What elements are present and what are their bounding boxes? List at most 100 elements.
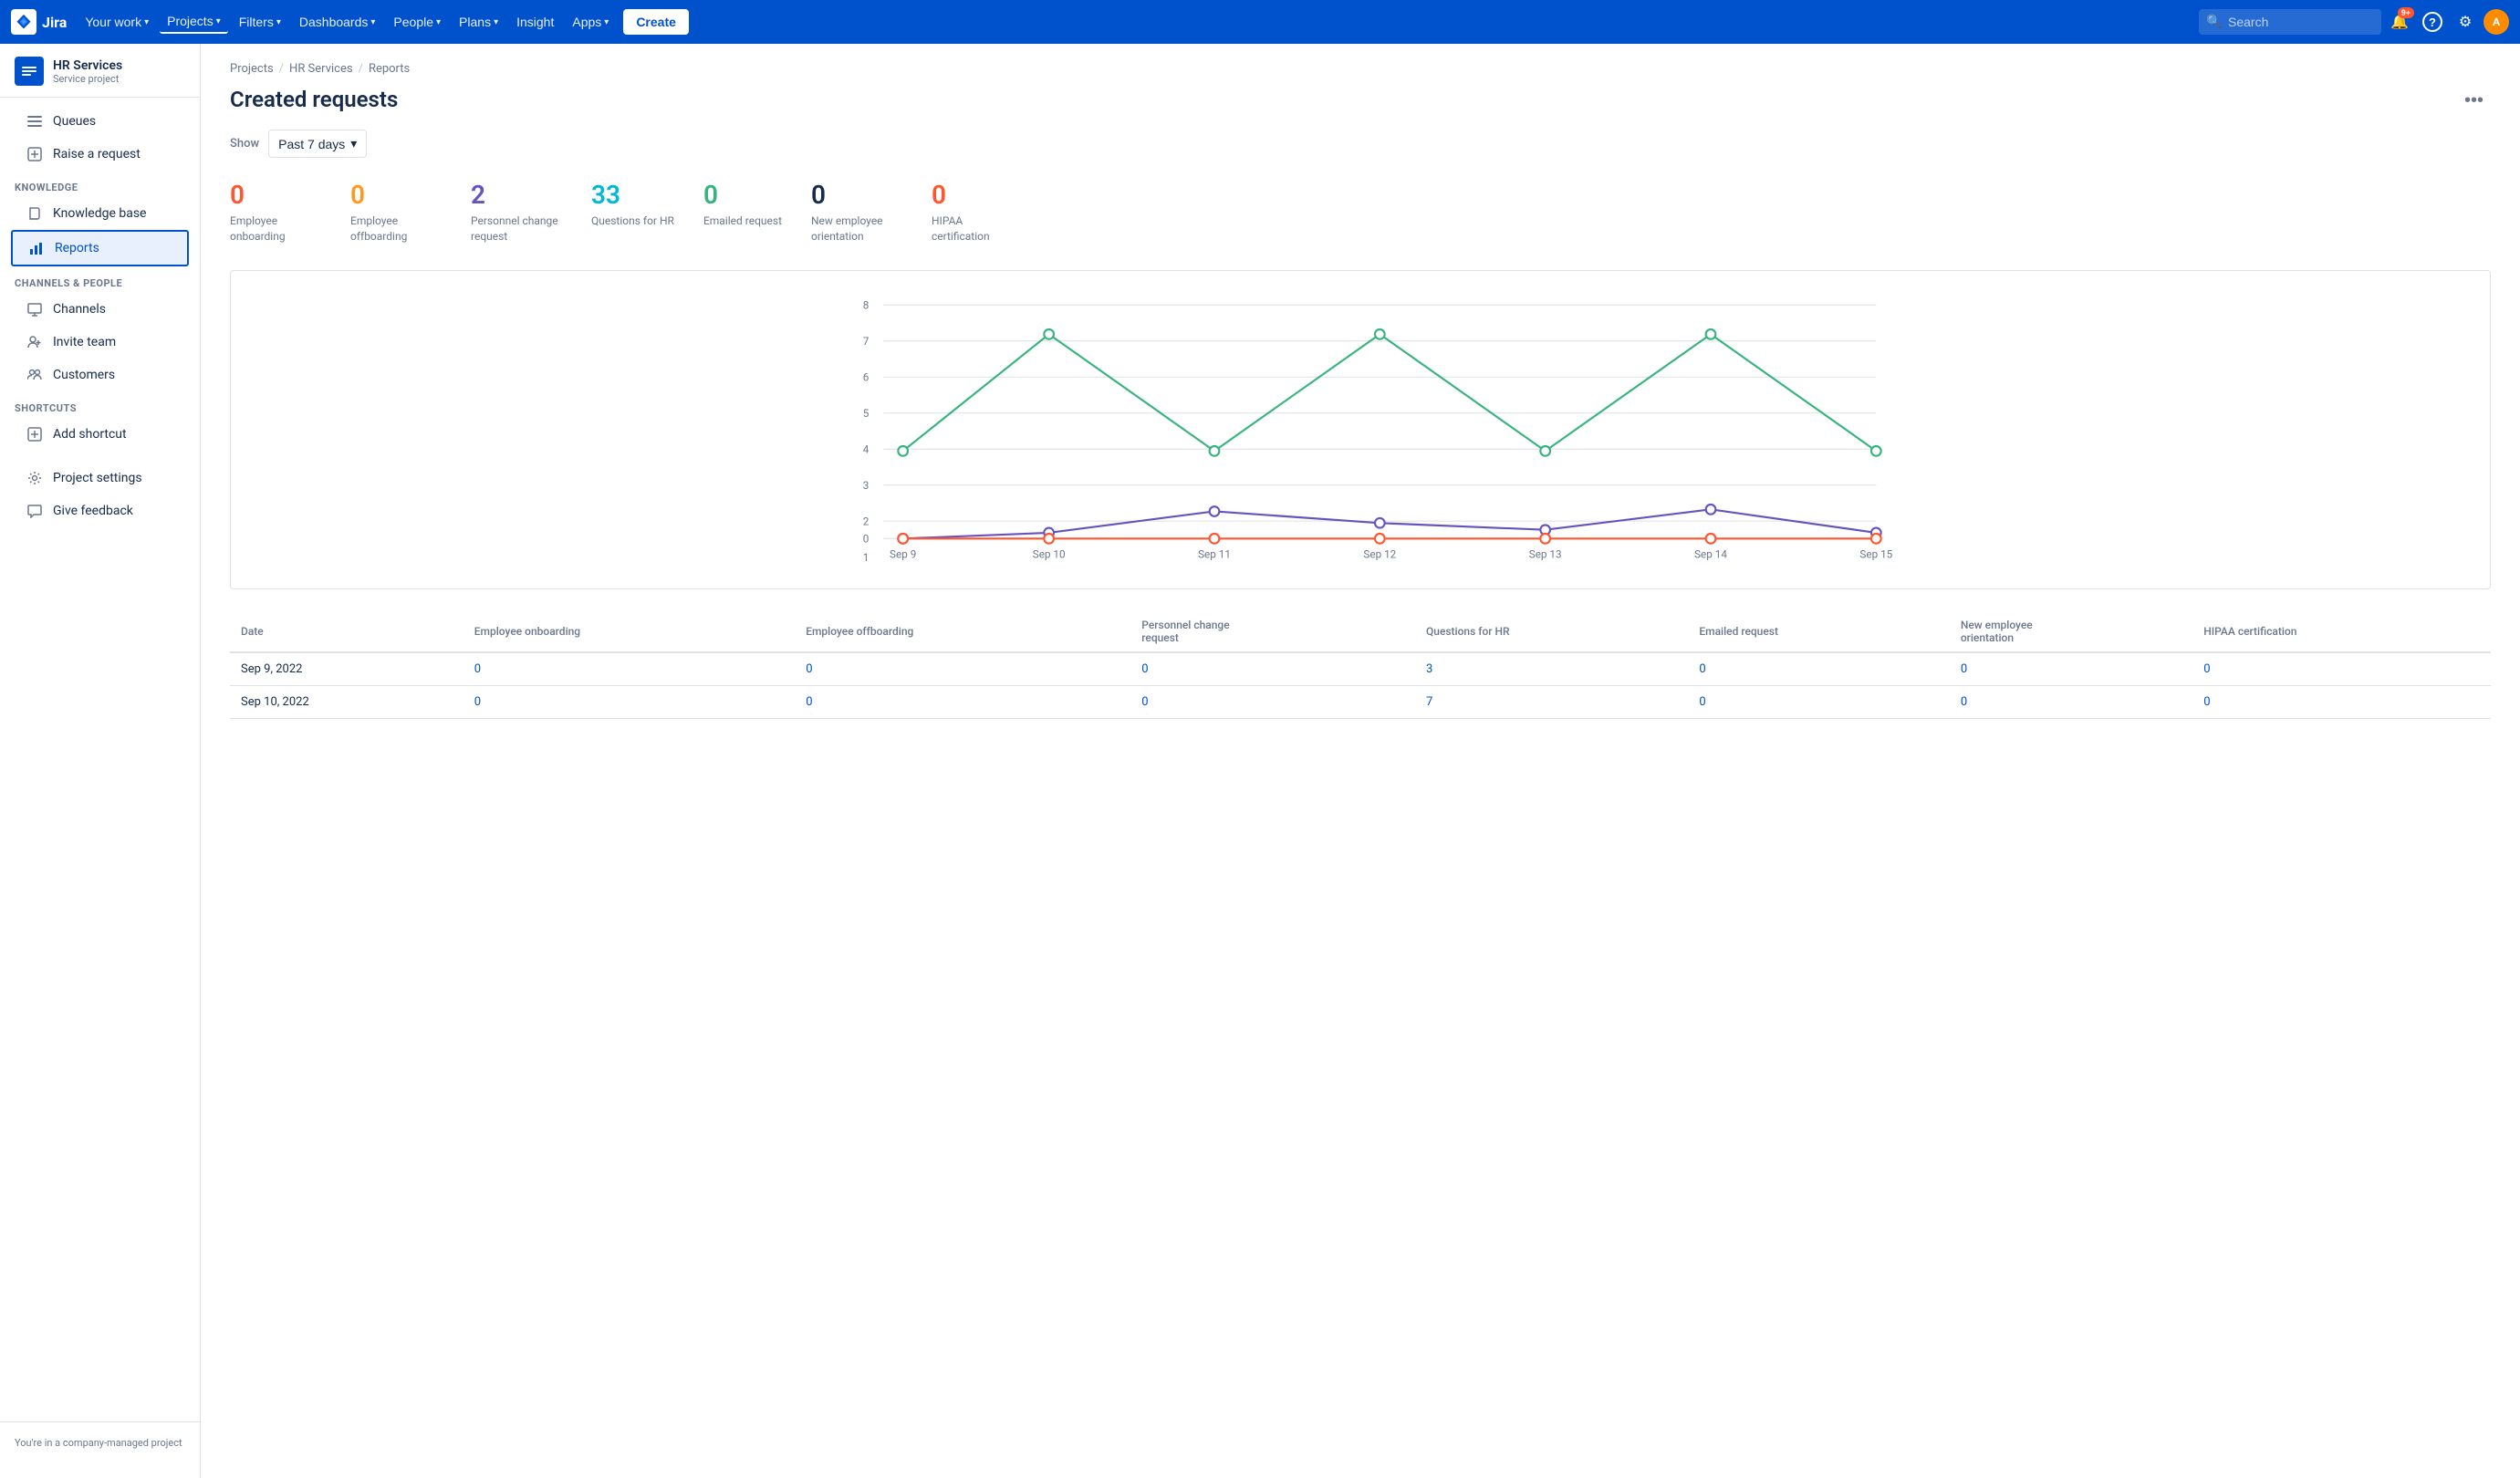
cell-value: 0 (463, 685, 795, 718)
logo[interactable]: Jira (11, 9, 67, 35)
bar-chart-icon (27, 239, 46, 257)
top-navigation: Jira Your work ▾ Projects ▾ Filters ▾ Da… (0, 0, 2520, 44)
cell-value: 0 (1950, 652, 2192, 686)
show-filter: Show Past 7 days ▾ (230, 130, 2491, 158)
settings-icon (26, 469, 44, 487)
col-new-employee: New employeeorientation (1950, 611, 2192, 652)
plus-square-icon (26, 425, 44, 443)
svg-text:4: 4 (863, 442, 870, 455)
col-personnel-change: Personnel changerequest (1130, 611, 1415, 652)
metric-label: Emailed request (703, 213, 782, 229)
table-row: Sep 9, 20220003000 (230, 652, 2491, 686)
search-wrap: 🔍 (2199, 9, 2381, 35)
settings-button[interactable]: ⚙ (2451, 7, 2480, 36)
table-row: Sep 10, 20220007000 (230, 685, 2491, 718)
metric-value: 0 (932, 180, 1023, 210)
sidebar-item-project-settings[interactable]: Project settings (11, 462, 189, 494)
svg-text:6: 6 (863, 370, 870, 383)
cell-value: 0 (1688, 652, 1949, 686)
monitor-icon (26, 300, 44, 318)
book-icon (26, 204, 44, 223)
metric-value: 0 (230, 180, 321, 210)
metric-item: 0 New employee orientation (811, 180, 902, 245)
cell-value: 0 (463, 652, 795, 686)
more-options-button[interactable]: ••• (2457, 87, 2491, 115)
metric-item: 0 Emailed request (703, 180, 782, 245)
breadcrumb-projects[interactable]: Projects (230, 62, 274, 76)
cell-value: 0 (2192, 685, 2491, 718)
metric-label: Personnel change request (471, 213, 562, 245)
metrics-row: 0 Employee onboarding 0 Employee offboar… (230, 180, 2491, 245)
sidebar-footer: You're in a company-managed project (0, 1421, 200, 1463)
notifications-button[interactable]: 🔔 9+ (2385, 7, 2414, 36)
chart-container: 8 7 6 5 4 3 2 1 0 (230, 270, 2491, 589)
channels-section-label: CHANNELS & PEOPLE (0, 266, 200, 293)
filters-menu[interactable]: Filters ▾ (232, 11, 288, 33)
dashboards-menu[interactable]: Dashboards ▾ (292, 11, 383, 33)
plus-circle-icon (26, 145, 44, 163)
list-icon (26, 112, 44, 130)
plans-menu[interactable]: Plans ▾ (452, 11, 505, 33)
metric-label: New employee orientation (811, 213, 902, 245)
metric-value: 0 (811, 180, 902, 210)
company-managed-text: You're in a company-managed project (5, 1430, 194, 1456)
projects-menu[interactable]: Projects ▾ (160, 10, 228, 34)
svg-text:3: 3 (863, 479, 870, 492)
search-icon: 🔍 (2206, 15, 2222, 29)
apps-menu[interactable]: Apps ▾ (565, 11, 616, 33)
sidebar-item-add-shortcut[interactable]: Add shortcut (11, 418, 189, 451)
metric-label: Employee offboarding (350, 213, 442, 245)
show-label: Show (230, 137, 259, 151)
svg-text:Sep 12: Sep 12 (1363, 547, 1396, 560)
col-date: Date (230, 611, 463, 652)
project-settings-label: Project settings (53, 471, 142, 485)
col-emailed-request: Emailed request (1688, 611, 1949, 652)
svg-text:Sep 15: Sep 15 (1859, 547, 1892, 560)
metric-item: 0 Employee offboarding (350, 180, 442, 245)
metric-value: 33 (591, 180, 674, 210)
period-dropdown[interactable]: Past 7 days ▾ (268, 130, 367, 158)
sidebar-item-invite-team[interactable]: Invite team (11, 326, 189, 359)
sidebar-item-knowledge-base[interactable]: Knowledge base (11, 197, 189, 230)
search-input[interactable] (2199, 9, 2381, 35)
metric-label: Employee onboarding (230, 213, 321, 245)
cell-value: 0 (1950, 685, 2192, 718)
knowledge-section-label: KNOWLEDGE (0, 171, 200, 197)
jira-logo-text: Jira (42, 14, 67, 31)
line-chart: 8 7 6 5 4 3 2 1 0 (242, 286, 2479, 578)
cell-date: Sep 9, 2022 (230, 652, 463, 686)
sidebar-item-reports[interactable]: Reports (11, 230, 189, 266)
insight-menu[interactable]: Insight (509, 11, 561, 33)
main-content: Projects / HR Services / Reports Created… (201, 44, 2520, 1478)
sidebar-item-customers[interactable]: Customers (11, 359, 189, 391)
sidebar-item-queues[interactable]: Queues (11, 105, 189, 138)
people-menu[interactable]: People ▾ (386, 11, 448, 33)
jira-logo-icon (11, 9, 36, 35)
cell-value: 0 (1130, 685, 1415, 718)
cell-value: 0 (795, 685, 1130, 718)
svg-text:5: 5 (863, 407, 870, 420)
sidebar-item-raise-request[interactable]: Raise a request (11, 138, 189, 171)
message-icon (26, 502, 44, 520)
svg-text:2: 2 (863, 515, 870, 527)
avatar[interactable]: A (2484, 9, 2509, 35)
add-shortcut-label: Add shortcut (53, 427, 127, 442)
knowledge-base-label: Knowledge base (53, 206, 146, 221)
reports-label: Reports (55, 241, 99, 255)
shortcuts-section-label: SHORTCUTS (0, 391, 200, 418)
breadcrumb-hr-services[interactable]: HR Services (289, 62, 353, 76)
metric-label: HIPAA certification (932, 213, 1023, 245)
create-button[interactable]: Create (623, 9, 689, 35)
svg-text:Sep 13: Sep 13 (1529, 547, 1562, 560)
sidebar-item-channels[interactable]: Channels (11, 293, 189, 326)
help-button[interactable]: ? (2418, 7, 2447, 36)
breadcrumb-current: Reports (369, 62, 410, 76)
raise-request-label: Raise a request (53, 147, 141, 161)
project-type: Service project (53, 73, 122, 85)
cell-value: 7 (1415, 685, 1688, 718)
cell-date: Sep 10, 2022 (230, 685, 463, 718)
invite-team-label: Invite team (53, 335, 116, 349)
your-work-menu[interactable]: Your work ▾ (78, 11, 156, 33)
sidebar-item-give-feedback[interactable]: Give feedback (11, 494, 189, 527)
metric-value: 2 (471, 180, 562, 210)
